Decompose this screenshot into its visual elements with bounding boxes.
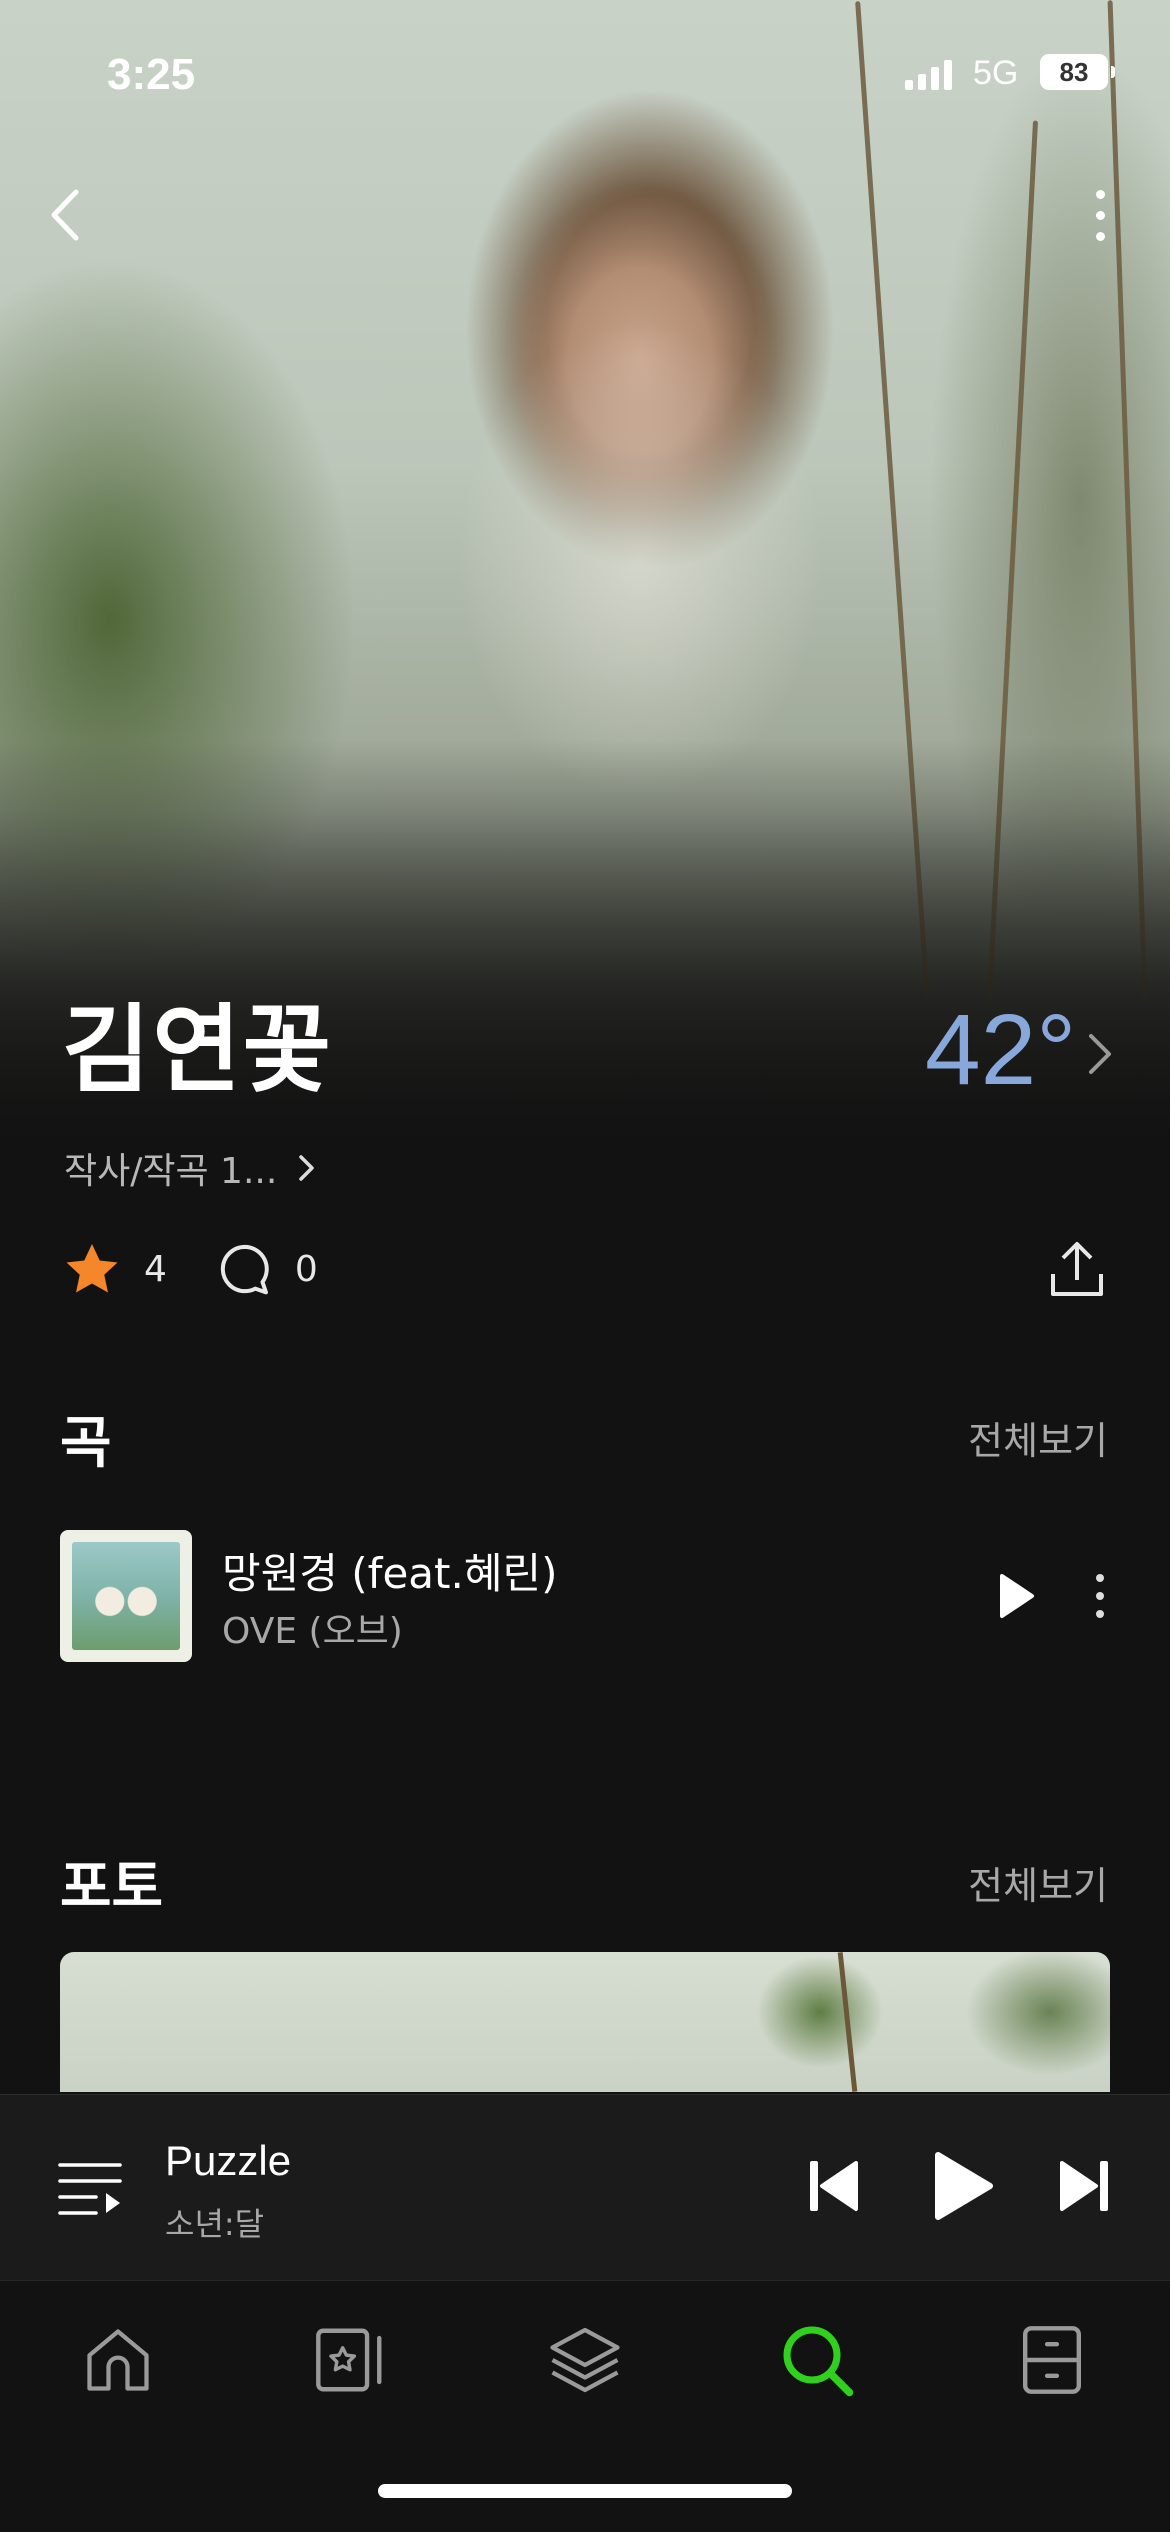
artist-temperature[interactable]: 42°	[925, 995, 1076, 1105]
skip-previous-icon[interactable]	[808, 2157, 860, 2215]
now-playing-artist: 소년:달	[165, 2205, 265, 2243]
artist-role: 작사/작곡 1...	[64, 1151, 278, 1192]
tab-drawer[interactable]	[1007, 2315, 1097, 2405]
signal-strength-icon	[905, 60, 952, 90]
dot	[1096, 1574, 1104, 1582]
songs-section-title: 곡	[60, 1411, 112, 1476]
chevron-right-icon[interactable]	[1085, 1030, 1115, 1078]
mini-player[interactable]: Puzzle 소년:달	[0, 2094, 1170, 2280]
drawer-icon	[1022, 2326, 1082, 2394]
speech-bubble-icon	[220, 1244, 269, 1295]
status-bar: 3:25 5G 83	[0, 40, 1170, 110]
plant-stem	[837, 1952, 858, 2092]
play-icon[interactable]	[990, 1570, 1040, 1622]
artist-hero-photo	[0, 0, 1170, 1160]
star-icon	[66, 1244, 118, 1293]
more-options-button[interactable]	[1080, 180, 1120, 250]
photo-section-title: 포토	[60, 1855, 164, 1920]
favorite-button[interactable]: 4	[62, 1240, 167, 1298]
songs-see-all-link[interactable]: 전체보기	[968, 1410, 1108, 1465]
tab-library[interactable]	[305, 2315, 395, 2405]
tab-playlist[interactable]	[540, 2315, 630, 2405]
search-icon	[783, 2326, 854, 2397]
back-button[interactable]	[40, 180, 100, 250]
comment-button[interactable]: 0	[217, 1241, 318, 1297]
song-artist: OVE (오브)	[222, 1611, 403, 1652]
favorite-count: 4	[144, 1248, 167, 1290]
song-row[interactable]: 망원경 (feat.혜린) OVE (오브)	[60, 1530, 1110, 1664]
home-indicator	[378, 2484, 792, 2498]
layers-icon	[550, 2327, 620, 2393]
dot	[1095, 231, 1105, 241]
artist-role-link[interactable]: 작사/작곡 1...	[64, 1142, 317, 1194]
artist-stats: 4 0	[62, 1240, 368, 1298]
skip-next-icon[interactable]	[1058, 2157, 1110, 2215]
play-icon[interactable]	[930, 2149, 996, 2223]
network-type: 5G	[973, 54, 1019, 92]
playlist-queue-icon[interactable]	[58, 2155, 122, 2219]
chevron-right-icon	[299, 1155, 315, 1181]
dot	[1096, 1592, 1104, 1600]
tab-search[interactable]	[772, 2315, 862, 2405]
photo-thumbnail[interactable]	[60, 1952, 1110, 2092]
status-time: 3:25	[107, 50, 196, 99]
album-art-image	[72, 1542, 180, 1650]
comment-count: 0	[294, 1248, 318, 1290]
song-title: 망원경 (feat.혜린)	[222, 1549, 558, 1598]
artist-name: 김연꽃	[62, 994, 333, 1106]
dot	[1095, 189, 1105, 199]
home-icon	[87, 2329, 149, 2391]
share-icon[interactable]	[1045, 1238, 1109, 1302]
chevron-left-icon	[51, 189, 79, 241]
tab-home[interactable]	[73, 2315, 163, 2405]
library-star-icon	[316, 2328, 382, 2392]
now-playing-title: Puzzle	[165, 2137, 292, 2184]
song-more-button[interactable]	[1085, 1566, 1115, 1626]
album-art	[60, 1530, 192, 1662]
photo-see-all-link[interactable]: 전체보기	[968, 1855, 1108, 1910]
battery-icon: 83	[1040, 54, 1115, 90]
dot	[1096, 1610, 1104, 1618]
dot	[1095, 210, 1105, 220]
battery-level: 83	[1059, 57, 1089, 87]
